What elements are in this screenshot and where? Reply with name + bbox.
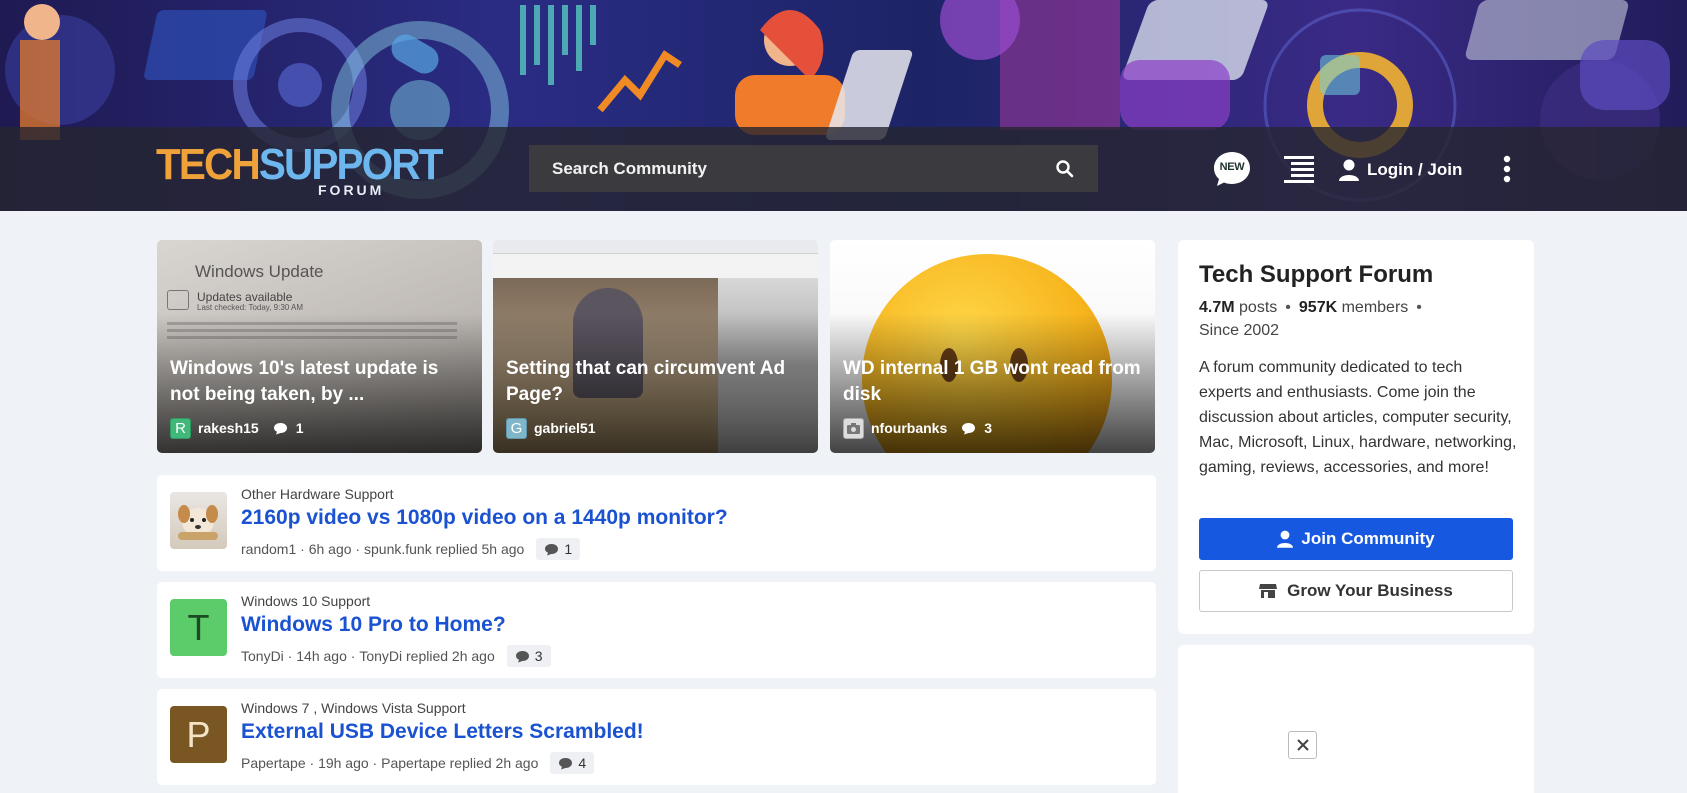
thread-category[interactable]: Windows 10 Support (241, 593, 370, 609)
close-icon (1296, 739, 1309, 751)
featured-title[interactable]: Windows 10's latest update is not being … (170, 356, 469, 408)
members-label: members (1341, 299, 1409, 316)
image-line-2: Last checked: Today, 9:30 AM (197, 303, 303, 312)
featured-title[interactable]: WD internal 1 GB wont read from disk (843, 356, 1142, 408)
logo-forum-text: FORUM (318, 182, 385, 198)
grow-business-label: Grow Your Business (1287, 581, 1453, 600)
thread-row[interactable]: P Windows 7 , Windows Vista Support Exte… (157, 689, 1156, 785)
community-description: A forum community dedicated to tech expe… (1199, 359, 1517, 476)
thread-last-reply[interactable]: TonyDi replied 2h ago (359, 648, 494, 664)
community-stats: 4.7M posts • 957K members • Since 2002 (1199, 299, 1422, 339)
thread-title[interactable]: 2160p video vs 1080p video on a 1440p mo… (241, 506, 728, 530)
reply-count-badge: 3 (506, 645, 551, 667)
featured-title[interactable]: Setting that can circumvent Ad Page? (506, 356, 805, 408)
thread-posted: 19h ago (318, 755, 369, 771)
login-join-button[interactable]: Login / Join (1339, 155, 1462, 185)
image-browser-bar (493, 240, 818, 254)
search-bar[interactable] (529, 145, 1098, 192)
user-icon (1339, 159, 1359, 181)
ad-slot (1178, 645, 1534, 793)
featured-author[interactable]: gabriel51 (534, 420, 595, 436)
thread-posted: 6h ago (308, 541, 352, 557)
chat-bubble-icon (545, 543, 559, 555)
featured-replies: 1 (295, 420, 304, 436)
chat-bubble-icon (962, 422, 976, 434)
search-input[interactable] (552, 158, 1055, 179)
posts-count: 4.7M (1199, 299, 1235, 316)
dog-avatar-icon (178, 505, 218, 540)
thread-author[interactable]: Papertape (241, 755, 306, 771)
store-icon (1259, 584, 1278, 598)
logo-tech-text: TECH (156, 140, 261, 189)
chat-bubble-icon (273, 422, 287, 434)
featured-card[interactable]: Setting that can circumvent Ad Page? G g… (493, 240, 818, 453)
update-status-icon (167, 290, 189, 310)
reply-count: 4 (578, 755, 587, 771)
thread-last-reply[interactable]: Papertape replied 2h ago (381, 755, 538, 771)
list-icon (1284, 156, 1314, 183)
new-posts-button[interactable]: NEW (1212, 150, 1252, 188)
list-view-button[interactable] (1283, 154, 1315, 184)
site-logo[interactable]: TECHSUPPORT FORUM (156, 140, 443, 200)
new-badge-label: NEW (1219, 161, 1245, 173)
thread-avatar[interactable]: T (170, 599, 227, 656)
thread-meta: random1 · 6h ago · spunk.funk replied 5h… (241, 538, 581, 560)
author-avatar[interactable] (843, 417, 864, 439)
thread-row[interactable]: Other Hardware Support 2160p video vs 10… (157, 475, 1156, 571)
image-heading: Windows Update (195, 262, 324, 281)
thread-title[interactable]: Windows 10 Pro to Home? (241, 613, 506, 637)
ad-close-button[interactable] (1288, 731, 1317, 759)
join-community-button[interactable]: Join Community (1199, 518, 1513, 560)
featured-meta: R rakesh15 1 (170, 417, 304, 439)
chat-bubble-icon (559, 757, 573, 769)
thread-posted: 14h ago (296, 648, 347, 664)
thread-author[interactable]: random1 (241, 541, 296, 557)
thread-title[interactable]: External USB Device Letters Scrambled! (241, 720, 644, 744)
reply-count-badge: 1 (536, 538, 581, 560)
since-label: Since 2002 (1199, 322, 1280, 339)
more-vertical-icon (1503, 155, 1511, 183)
thread-last-reply[interactable]: spunk.funk replied 5h ago (364, 541, 524, 557)
featured-card[interactable]: Windows Update Updates available Last ch… (157, 240, 482, 453)
thread-category[interactable]: Windows 7 , Windows Vista Support (241, 700, 466, 716)
members-count: 957K (1298, 299, 1338, 316)
reply-count: 1 (564, 541, 573, 557)
join-community-label: Join Community (1301, 529, 1435, 548)
author-avatar[interactable]: R (170, 417, 191, 439)
more-menu-button[interactable] (1497, 152, 1517, 186)
featured-meta: G gabriel51 (506, 417, 595, 439)
posts-label: posts (1239, 299, 1278, 316)
avatar-image-icon (847, 422, 860, 434)
chat-bubble-icon (515, 650, 529, 662)
grow-business-button[interactable]: Grow Your Business (1199, 570, 1513, 612)
featured-replies: 3 (984, 420, 993, 436)
user-icon (1277, 530, 1294, 548)
thread-avatar[interactable]: P (170, 706, 227, 763)
community-title: Tech Support Forum (1199, 261, 1434, 288)
thread-row[interactable]: T Windows 10 Support Windows 10 Pro to H… (157, 582, 1156, 678)
search-icon[interactable] (1055, 159, 1075, 179)
thread-meta: TonyDi · 14h ago · TonyDi replied 2h ago… (241, 645, 551, 667)
featured-meta: nfourbanks 3 (843, 417, 992, 439)
login-label: Login / Join (1367, 160, 1463, 179)
reply-count-badge: 4 (550, 752, 595, 774)
thread-avatar[interactable] (170, 492, 227, 549)
image-line-1: Updates available (197, 290, 293, 304)
thread-category[interactable]: Other Hardware Support (241, 486, 394, 502)
author-avatar[interactable]: G (506, 417, 527, 439)
thread-author[interactable]: TonyDi (241, 648, 284, 664)
community-about-card: Tech Support Forum 4.7M posts • 957K membe… (1178, 240, 1534, 634)
featured-author[interactable]: nfourbanks (871, 420, 947, 436)
featured-author[interactable]: rakesh15 (198, 420, 259, 436)
reply-count: 3 (534, 648, 543, 664)
thread-meta: Papertape · 19h ago · Papertape replied … (241, 752, 595, 774)
featured-card[interactable]: WD internal 1 GB wont read from disk nfo… (830, 240, 1155, 453)
